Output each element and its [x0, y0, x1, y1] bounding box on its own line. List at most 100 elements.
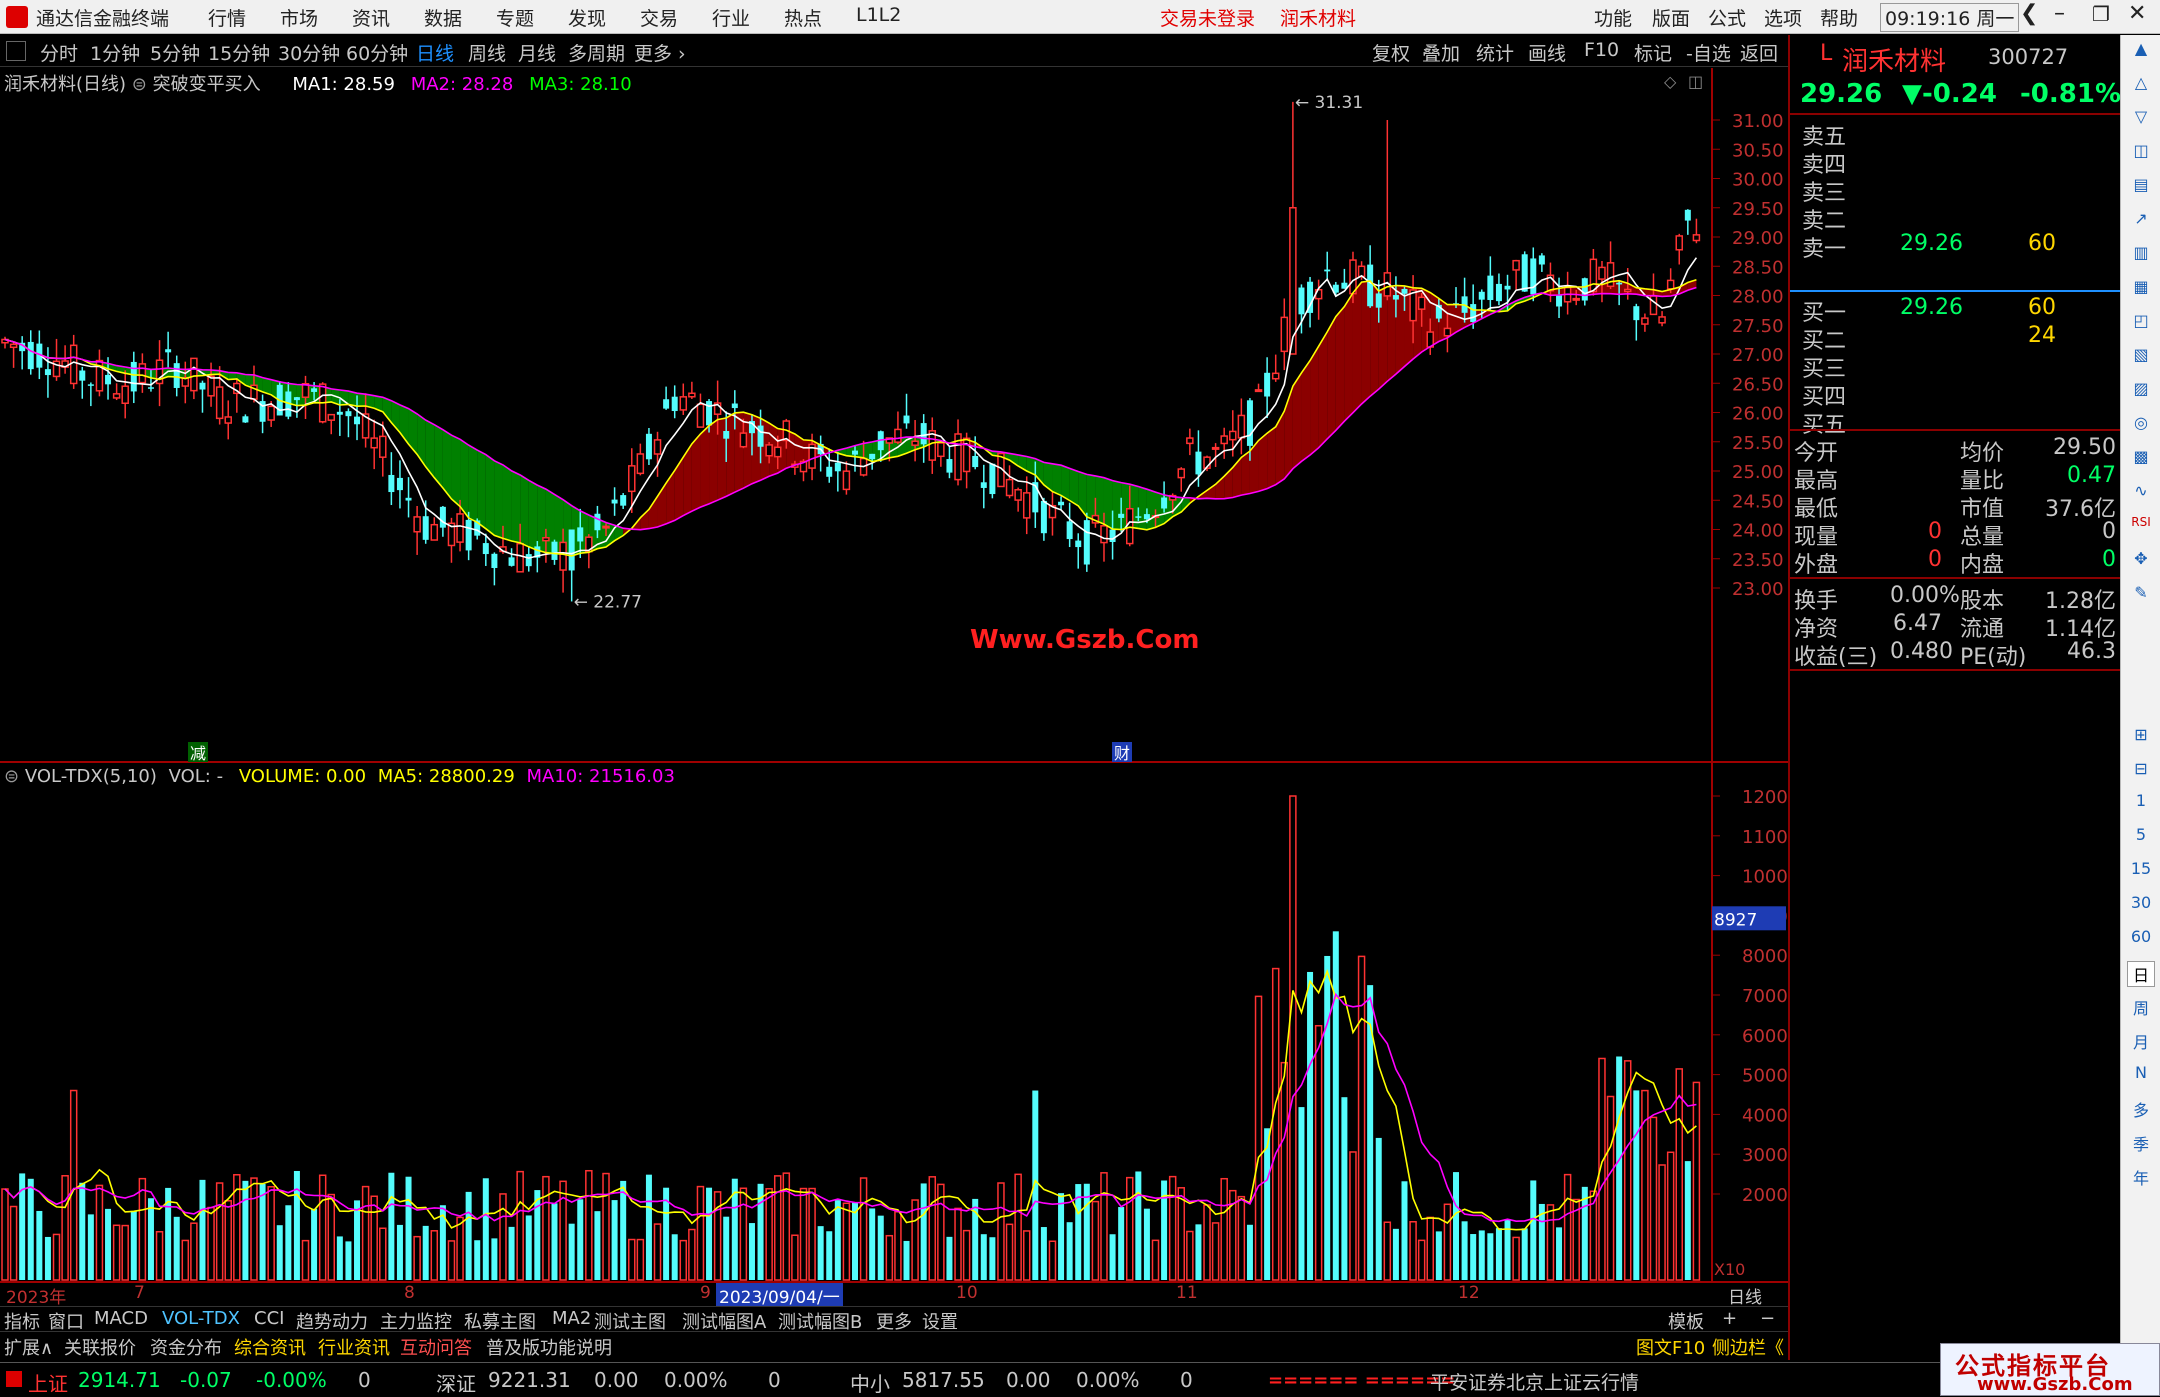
- ext-tab-6[interactable]: 普及版功能说明: [486, 1334, 612, 1360]
- period-monthly[interactable]: 月线: [518, 39, 556, 66]
- move-icon[interactable]: ✥: [2127, 549, 2155, 575]
- period-1min[interactable]: 1分钟: [90, 39, 140, 66]
- menu-item-shichang[interactable]: 市场: [280, 4, 318, 31]
- sell-level-4[interactable]: 卖四: [1790, 147, 2122, 175]
- pen-icon[interactable]: ✎: [2127, 583, 2155, 609]
- ext-tab-1[interactable]: 关联报价: [64, 1334, 136, 1360]
- up-arrow-icon[interactable]: ▲: [2127, 39, 2155, 65]
- menu-item-redian[interactable]: 热点: [784, 4, 822, 31]
- grid-icon[interactable]: ▧: [2127, 345, 2155, 371]
- chart-window-icon[interactable]: ◫: [1688, 72, 1703, 91]
- sidebar-period-11[interactable]: 年: [2127, 1165, 2155, 1191]
- buy-level-1[interactable]: 买一29.2660: [1790, 295, 2122, 323]
- sidebar-period-2[interactable]: 15: [2127, 859, 2155, 885]
- btn-tongji[interactable]: 统计: [1476, 39, 1514, 66]
- menu-item-gongshi[interactable]: 公式: [1708, 4, 1746, 31]
- login-status[interactable]: 交易未登录: [1160, 4, 1255, 31]
- menu-item-hangye[interactable]: 行业: [712, 4, 750, 31]
- sidebar-period-9[interactable]: 多: [2127, 1097, 2155, 1123]
- btn-biaoji[interactable]: 标记: [1634, 39, 1672, 66]
- ext-tab-5[interactable]: 互动问答: [400, 1334, 472, 1360]
- subtab-2[interactable]: MACD: [94, 1308, 148, 1329]
- vol-indicator-name[interactable]: VOL-TDX(5,10): [25, 766, 157, 787]
- period-weekly[interactable]: 周线: [468, 39, 506, 66]
- sidebar-period-5[interactable]: 日: [2127, 961, 2155, 987]
- menu-item-banmian[interactable]: 版面: [1652, 4, 1690, 31]
- sh-label[interactable]: 上证: [28, 1368, 68, 1397]
- sidebar-period-3[interactable]: 30: [2127, 893, 2155, 919]
- period-15min[interactable]: 15分钟: [208, 39, 270, 66]
- subtab-right-2[interactable]: −: [1760, 1308, 1775, 1329]
- wave-icon[interactable]: ∿: [2127, 481, 2155, 507]
- ext-right-0[interactable]: 图文F10: [1636, 1334, 1705, 1360]
- ext-tab-2[interactable]: 资金分布: [150, 1334, 222, 1360]
- minimize-icon[interactable]: –: [2054, 1, 2065, 26]
- btn-fanhui[interactable]: 返回: [1740, 39, 1778, 66]
- menu-item-l1l2[interactable]: L1L2: [856, 4, 901, 26]
- period-60min[interactable]: 60分钟: [346, 39, 408, 66]
- sidebar-period-4[interactable]: 60: [2127, 927, 2155, 953]
- btn-fuquan[interactable]: 复权: [1372, 39, 1410, 66]
- subtab-8[interactable]: MA2: [552, 1308, 591, 1329]
- sidebar-period-10[interactable]: 季: [2127, 1131, 2155, 1157]
- period-multi[interactable]: 多周期: [568, 39, 625, 66]
- menu-item-faxian[interactable]: 发现: [568, 4, 606, 31]
- period-more[interactable]: 更多 ›: [634, 39, 686, 66]
- chart-icon[interactable]: ▩: [2127, 447, 2155, 473]
- btn-huaxian[interactable]: 画线: [1528, 39, 1566, 66]
- menu-item-hangqing[interactable]: 行情: [208, 4, 246, 31]
- btn-diejia[interactable]: 叠加: [1422, 39, 1460, 66]
- sz-label[interactable]: 深证: [436, 1368, 476, 1397]
- ext-tab-0[interactable]: 扩展∧: [4, 1334, 53, 1360]
- toolbar-toggle-icon[interactable]: [6, 41, 26, 61]
- target-icon[interactable]: ◎: [2127, 413, 2155, 439]
- period-5min[interactable]: 5分钟: [150, 39, 200, 66]
- sell-level-2[interactable]: 卖二: [1790, 203, 2122, 231]
- f10-icon[interactable]: ◫: [2127, 141, 2155, 167]
- ext-right-1[interactable]: 侧边栏《: [1712, 1334, 1784, 1360]
- menu-item-zixun[interactable]: 资讯: [352, 4, 390, 31]
- btn-f10[interactable]: F10: [1584, 39, 1619, 61]
- indicator-toggle-icon[interactable]: ⊜: [132, 74, 147, 95]
- ext-tab-4[interactable]: 行业资讯: [318, 1334, 390, 1360]
- period-daily[interactable]: 日线: [416, 39, 454, 66]
- f2-icon[interactable]: ▨: [2127, 379, 2155, 405]
- next-stock-icon[interactable]: ▽: [2127, 107, 2155, 133]
- chart-expand-icon[interactable]: ◇: [1664, 72, 1676, 91]
- period-fenshi[interactable]: 分时: [40, 39, 78, 66]
- sell-level-5[interactable]: 卖五: [1790, 119, 2122, 147]
- subtab-4[interactable]: CCI: [254, 1308, 284, 1329]
- restore-icon[interactable]: ❐: [2092, 2, 2110, 26]
- subtab-3[interactable]: VOL-TDX: [162, 1308, 240, 1329]
- period-30min[interactable]: 30分钟: [278, 39, 340, 66]
- menu-item-zhuanti[interactable]: 专题: [496, 4, 534, 31]
- broker-name[interactable]: 平安证券北京上证云行情: [1430, 1368, 1639, 1395]
- buy-level-2[interactable]: 买二24: [1790, 323, 2122, 351]
- sidebar-period-7[interactable]: 月: [2127, 1029, 2155, 1055]
- menu-item-bangzhu[interactable]: 帮助: [1820, 4, 1858, 31]
- vol-toggle-icon[interactable]: ⊜: [4, 766, 19, 787]
- menu-item-shuju[interactable]: 数据: [424, 4, 462, 31]
- fio-icon[interactable]: ◰: [2127, 311, 2155, 337]
- sidebar-period-1[interactable]: 5: [2127, 825, 2155, 851]
- back-arrow-icon[interactable]: ❮: [2020, 1, 2038, 26]
- kline-icon[interactable]: ▥: [2127, 243, 2155, 269]
- sidebar-period-8[interactable]: N: [2127, 1063, 2155, 1089]
- sidebar-period-0[interactable]: 1: [2127, 791, 2155, 817]
- sell-level-1[interactable]: 卖一29.2660: [1790, 231, 2122, 259]
- kline-chart[interactable]: 31.0030.5030.0029.5029.0028.5028.0027.50…: [0, 68, 1788, 1283]
- btn-zixuan[interactable]: -自选: [1686, 39, 1731, 66]
- close-icon[interactable]: ✕: [2128, 1, 2146, 26]
- menu-item-jiaoyi[interactable]: 交易: [640, 4, 678, 31]
- layout2-icon[interactable]: ⊟: [2127, 759, 2155, 785]
- sell-level-3[interactable]: 卖三: [1790, 175, 2122, 203]
- table-icon[interactable]: ▤: [2127, 175, 2155, 201]
- menu-item-gongneng[interactable]: 功能: [1594, 4, 1632, 31]
- trend-icon[interactable]: ↗: [2127, 209, 2155, 235]
- chart-indicator-name[interactable]: 突破变平买入: [153, 74, 261, 95]
- sidebar-period-6[interactable]: 周: [2127, 995, 2155, 1021]
- menu-item-xuanxiang[interactable]: 选项: [1764, 4, 1802, 31]
- list-icon[interactable]: ▦: [2127, 277, 2155, 303]
- ext-tab-3[interactable]: 综合资讯: [234, 1334, 306, 1360]
- prev-stock-icon[interactable]: △: [2127, 73, 2155, 99]
